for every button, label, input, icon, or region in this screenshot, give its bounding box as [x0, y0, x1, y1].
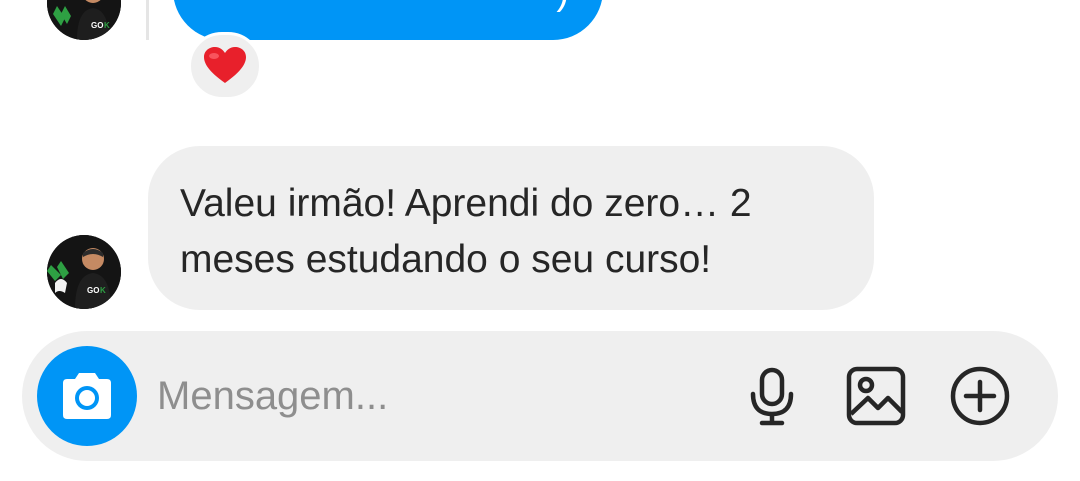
svg-text:K: K — [104, 21, 110, 30]
svg-text:K: K — [100, 286, 106, 295]
received-message-bubble[interactable]: Valeu irmão! Aprendi do zero… 2 meses es… — [148, 146, 874, 310]
svg-text:GO: GO — [91, 21, 103, 30]
received-message-text: Valeu irmão! Aprendi do zero… 2 meses es… — [180, 182, 752, 281]
gallery-image-icon — [846, 366, 906, 426]
gallery-button[interactable] — [844, 364, 908, 428]
sender-avatar[interactable]: GO K — [47, 0, 121, 40]
camera-icon — [63, 373, 111, 419]
message-composer — [22, 331, 1058, 461]
microphone-icon — [750, 367, 794, 426]
chat-screen: GO K ) Valeu irmão! Aprendi do zero… 2 m… — [0, 0, 1080, 481]
sent-message-text: ) — [556, 0, 569, 14]
thread-divider — [146, 0, 149, 40]
voice-message-button[interactable] — [740, 364, 804, 428]
red-heart-icon — [204, 47, 246, 83]
sender-avatar[interactable]: GO K — [47, 235, 121, 309]
plus-circle-icon — [950, 366, 1010, 426]
profile-avatar-icon: GO K — [47, 0, 121, 40]
message-reaction[interactable] — [188, 32, 262, 100]
more-options-button[interactable] — [948, 364, 1012, 428]
camera-button[interactable] — [37, 346, 137, 446]
message-input[interactable] — [157, 363, 717, 429]
profile-avatar-icon: GO K — [47, 235, 121, 309]
svg-text:GO: GO — [87, 286, 99, 295]
